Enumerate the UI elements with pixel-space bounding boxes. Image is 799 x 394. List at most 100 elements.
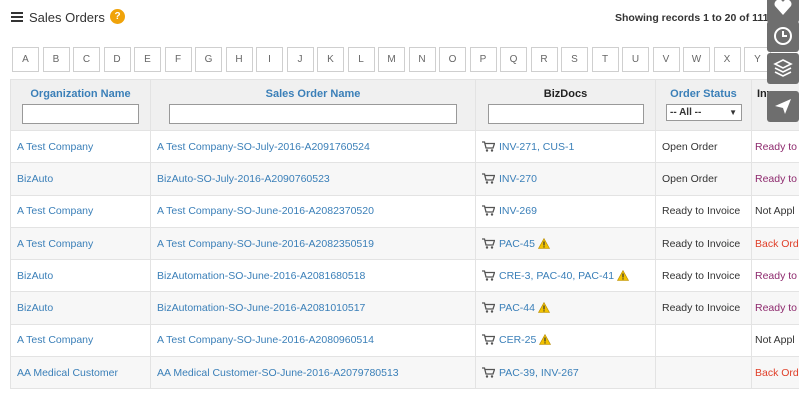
help-icon[interactable]: ? — [110, 9, 125, 24]
alpha-filter-f[interactable]: F — [164, 47, 192, 72]
organization-cell: A Test Company — [10, 194, 151, 228]
clock-icon — [774, 27, 792, 45]
favorite-button[interactable] — [767, 0, 799, 23]
organization-link[interactable]: BizAuto — [17, 173, 53, 185]
alpha-filter-n[interactable]: N — [408, 47, 436, 72]
cart-icon[interactable] — [482, 334, 496, 346]
sales-order-link[interactable]: BizAutomation-SO-June-2016-A2081680518 — [157, 270, 365, 282]
bizdocs-cell: CRE-3, PAC-40, PAC-41 — [475, 259, 656, 293]
alpha-filter-d[interactable]: D — [103, 47, 131, 72]
sort-organization-name[interactable]: Organization Name — [12, 88, 150, 100]
sales-order-cell: A Test Company-SO-June-2016-A2082370520 — [150, 194, 476, 228]
bizdocs-header: BizDocs — [543, 88, 588, 100]
bizdoc-links[interactable]: INV-270 — [499, 173, 537, 185]
alpha-filter-q[interactable]: Q — [500, 47, 527, 72]
organization-filter-input[interactable] — [22, 104, 139, 124]
invoice-status-cell: Ready to — [751, 162, 799, 196]
table-row: A Test Company A Test Company-SO-June-201… — [10, 194, 799, 228]
alpha-filter-x[interactable]: X — [713, 47, 741, 72]
invoice-status-cell: Back Ord — [751, 226, 799, 261]
bizdoc-links[interactable]: INV-269 — [499, 205, 537, 217]
table-row: BizAuto BizAutomation-SO-June-2016-A20810… — [10, 291, 799, 325]
invoice-status-value: Not Appl — [755, 334, 795, 347]
order-status-value: Open Order — [662, 140, 718, 153]
sales-order-link[interactable]: BizAutomation-SO-June-2016-A2081010517 — [157, 302, 365, 314]
bizdoc-links[interactable]: CRE-3, PAC-40, PAC-41 — [499, 270, 614, 282]
history-button[interactable] — [767, 21, 799, 52]
bizdoc-links[interactable]: PAC-39, INV-267 — [499, 367, 579, 379]
layers-button[interactable] — [767, 53, 799, 84]
cart-icon[interactable] — [482, 140, 496, 152]
alpha-filter-j[interactable]: J — [286, 47, 314, 72]
order-status-value: Ready to Invoice — [662, 237, 741, 250]
hamburger-menu-icon[interactable] — [11, 12, 23, 22]
cart-icon[interactable] — [482, 270, 496, 281]
layers-icon — [773, 59, 793, 77]
table-row: BizAuto BizAuto-SO-July-2016-A2090760523 I… — [10, 162, 799, 196]
organization-link[interactable]: BizAuto — [17, 270, 53, 282]
page-title: Sales Orders — [29, 10, 105, 25]
organization-link[interactable]: A Test Company — [17, 205, 93, 217]
bizdocs-cell: INV-269 — [475, 194, 656, 228]
alpha-filter-p[interactable]: P — [469, 47, 497, 72]
bizdocs-cell: PAC-45 — [475, 226, 656, 261]
order-status-select[interactable]: -- All -- ▼ — [666, 104, 742, 121]
alpha-filter-v[interactable]: V — [652, 47, 680, 72]
organization-link[interactable]: AA Medical Customer — [17, 367, 118, 379]
sort-order-status[interactable]: Order Status — [657, 88, 751, 100]
sales-order-link[interactable]: A Test Company-SO-June-2016-A2082370520 — [157, 205, 374, 217]
right-sidebar-toolbar — [767, 0, 799, 124]
sales-order-link[interactable]: A Test Company-SO-June-2016-A2080960514 — [157, 334, 374, 346]
sales-order-cell: A Test Company-SO-June-2016-A2082350519 — [150, 226, 476, 261]
alpha-filter-s[interactable]: S — [561, 47, 588, 72]
cart-icon[interactable] — [482, 367, 496, 378]
send-button[interactable] — [767, 91, 799, 122]
alpha-filter-h[interactable]: H — [225, 47, 253, 72]
invoice-status-value: Ready to — [755, 172, 798, 185]
invoice-status-value: Back Ord — [755, 366, 799, 379]
alpha-filter-a[interactable]: A — [12, 47, 39, 72]
cart-icon[interactable] — [482, 237, 496, 249]
sales-order-link[interactable]: BizAuto-SO-July-2016-A2090760523 — [157, 173, 330, 185]
heart-icon — [774, 0, 792, 15]
invoice-status-cell: Back Ord — [751, 356, 799, 390]
alpha-filter-e[interactable]: E — [134, 47, 161, 72]
cart-icon[interactable] — [482, 205, 496, 216]
bizdoc-links[interactable]: CER-25 — [499, 334, 536, 346]
alpha-filter-m[interactable]: M — [378, 47, 405, 72]
order-status-cell: Open Order — [655, 129, 752, 164]
alpha-filter-i[interactable]: I — [256, 47, 283, 72]
table-header-row: Organization Name Sales Order Name BizDo… — [10, 79, 799, 131]
order-status-value: Ready to Invoice — [662, 205, 741, 218]
sales-order-cell: BizAutomation-SO-June-2016-A2081680518 — [150, 259, 476, 293]
sort-sales-order-name[interactable]: Sales Order Name — [152, 88, 475, 100]
bizdoc-links[interactable]: PAC-44 — [499, 302, 535, 314]
alpha-filter-g[interactable]: G — [195, 47, 222, 72]
sales-order-cell: A Test Company-SO-July-2016-A2091760524 — [150, 129, 476, 164]
alpha-filter-o[interactable]: O — [439, 47, 466, 72]
alpha-filter-l[interactable]: L — [347, 47, 375, 72]
alpha-filter-u[interactable]: U — [622, 47, 649, 72]
alpha-filter-b[interactable]: B — [42, 47, 70, 72]
organization-link[interactable]: BizAuto — [17, 302, 53, 314]
sales-order-filter-input[interactable] — [169, 104, 457, 124]
organization-link[interactable]: A Test Company — [17, 334, 93, 346]
bizdoc-links[interactable]: PAC-45 — [499, 238, 535, 250]
organization-link[interactable]: A Test Company — [17, 238, 93, 250]
order-status-selected: -- All -- — [670, 107, 702, 118]
table-row: AA Medical Customer AA Medical Customer-S… — [10, 356, 799, 390]
cart-icon[interactable] — [482, 302, 496, 313]
sales-order-link[interactable]: A Test Company-SO-July-2016-A2091760524 — [157, 141, 370, 153]
bizdocs-filter-input[interactable] — [487, 104, 644, 124]
organization-link[interactable]: A Test Company — [17, 141, 93, 153]
cart-icon[interactable] — [482, 173, 496, 184]
alpha-filter-k[interactable]: K — [317, 47, 344, 72]
warning-icon — [539, 334, 552, 346]
alpha-filter-w[interactable]: W — [683, 47, 710, 72]
sales-order-link[interactable]: A Test Company-SO-June-2016-A2082350519 — [157, 238, 374, 250]
sales-order-link[interactable]: AA Medical Customer-SO-June-2016-A207978… — [157, 367, 399, 379]
alpha-filter-c[interactable]: C — [73, 47, 100, 72]
alpha-filter-t[interactable]: T — [591, 47, 619, 72]
bizdoc-links[interactable]: INV-271, CUS-1 — [499, 141, 574, 153]
alpha-filter-r[interactable]: R — [530, 47, 558, 72]
